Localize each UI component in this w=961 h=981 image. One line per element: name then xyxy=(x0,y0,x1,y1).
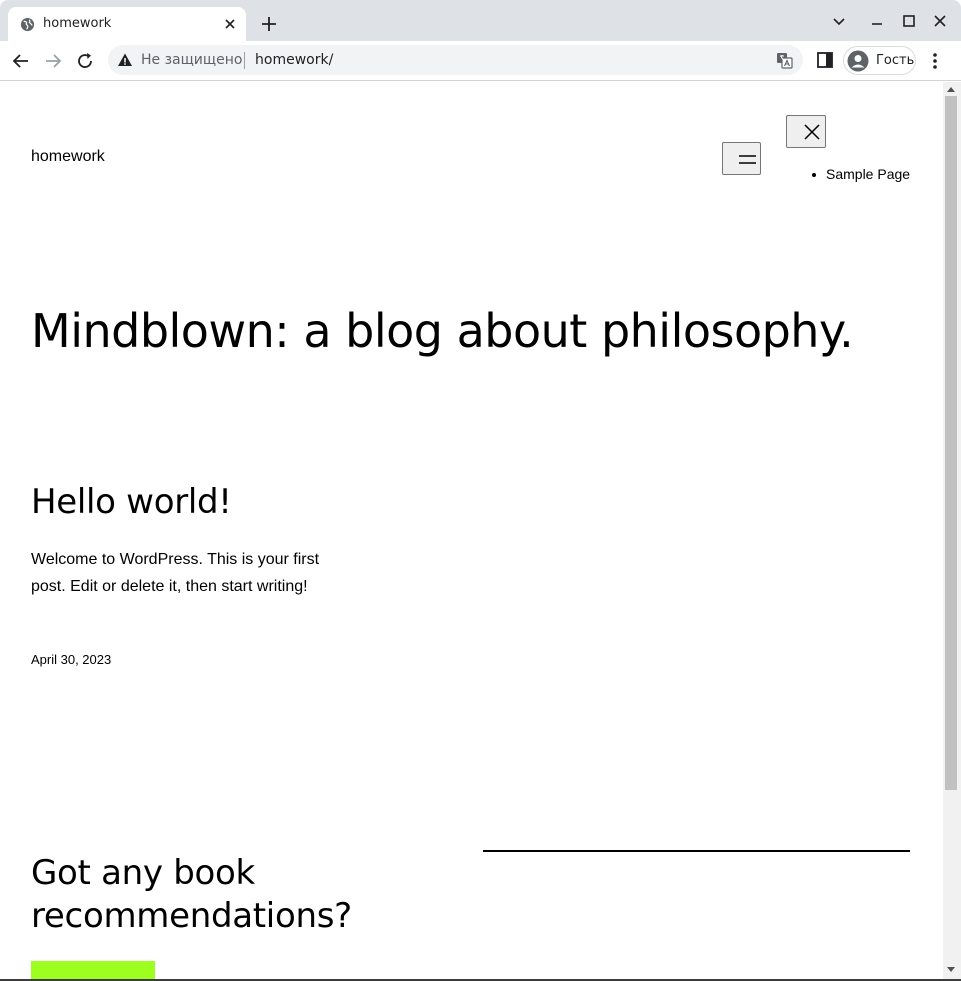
cta-button[interactable] xyxy=(31,961,155,979)
profile-label: Гость xyxy=(876,53,915,68)
nav-item: Sample Page xyxy=(810,166,910,182)
address-bar[interactable]: Не защищено homework/ xyxy=(108,45,803,75)
side-panel-icon[interactable] xyxy=(816,51,834,69)
arrow-right-icon[interactable] xyxy=(43,51,63,71)
primary-nav: Sample Page xyxy=(810,166,910,182)
security-label[interactable]: Не защищено xyxy=(141,52,242,68)
kebab-menu-icon[interactable] xyxy=(926,51,944,71)
minimize-icon[interactable] xyxy=(869,13,885,29)
chevron-down-icon[interactable] xyxy=(831,13,847,29)
post-date[interactable]: April 30, 2023 xyxy=(31,652,111,667)
translate-icon[interactable] xyxy=(776,52,793,69)
close-icon xyxy=(804,124,820,140)
tab-title: homework xyxy=(43,16,112,31)
close-icon[interactable] xyxy=(222,16,238,32)
nav-link-sample-page[interactable]: Sample Page xyxy=(826,166,910,182)
scrollbar-thumb[interactable] xyxy=(945,96,957,790)
cta-heading: Got any book recommendations? xyxy=(31,853,352,936)
post-excerpt: Welcome to WordPress. This is your first… xyxy=(31,551,320,595)
maximize-icon[interactable] xyxy=(901,13,917,29)
hero-title: Mindblown: a blog about philosophy. xyxy=(31,304,854,358)
arrow-left-icon[interactable] xyxy=(11,51,31,71)
scroll-down-arrow[interactable] xyxy=(947,967,955,972)
browser-tab[interactable]: homework xyxy=(8,7,246,41)
page-viewport: homework Sample Page Mindblown: a blog a… xyxy=(0,82,943,979)
globe-icon xyxy=(20,17,35,32)
url-text[interactable]: homework/ xyxy=(255,52,333,68)
site-title-link[interactable]: homework xyxy=(31,148,105,166)
post-title-link[interactable]: Hello world! xyxy=(31,482,232,522)
plus-icon[interactable] xyxy=(260,15,278,33)
profile-button[interactable]: Гость xyxy=(843,46,916,75)
close-menu-button[interactable] xyxy=(786,115,826,148)
separator xyxy=(244,52,245,69)
scroll-up-arrow[interactable] xyxy=(947,87,955,92)
list-bullet xyxy=(812,173,816,177)
warning-icon[interactable] xyxy=(117,52,133,68)
tab-strip: homework xyxy=(0,0,961,41)
open-menu-button[interactable] xyxy=(722,142,761,175)
avatar-icon xyxy=(847,50,869,72)
browser-toolbar: Не защищено homework/ Гость xyxy=(0,41,961,81)
separator-line xyxy=(483,850,910,852)
vertical-scrollbar[interactable] xyxy=(943,82,961,979)
reload-icon[interactable] xyxy=(75,51,95,71)
window-close-icon[interactable] xyxy=(932,13,948,29)
hamburger-icon xyxy=(739,155,756,164)
